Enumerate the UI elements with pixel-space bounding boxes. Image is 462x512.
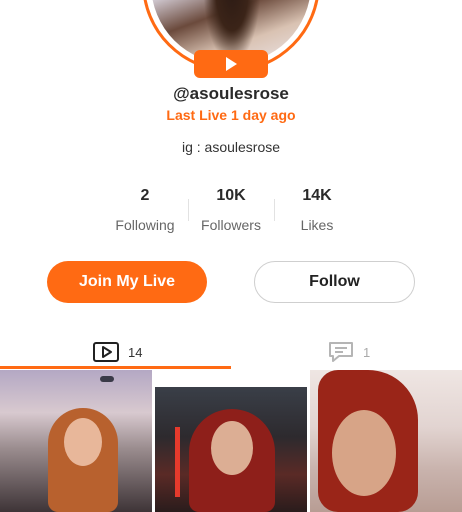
stat-value: 14K: [302, 187, 332, 204]
comment-icon: [329, 342, 353, 362]
profile-stats: 2 Following 10K Followers 14K Likes: [102, 187, 360, 237]
last-live-status: Last Live 1 day ago: [166, 107, 296, 123]
follow-button[interactable]: Follow: [254, 261, 415, 303]
video-icon: [93, 342, 119, 362]
tab-comments[interactable]: 1: [327, 336, 370, 368]
ceiling-lamp: [100, 376, 114, 382]
stat-value: 10K: [216, 187, 246, 204]
stat-value: 2: [140, 187, 150, 204]
tab-videos[interactable]: 14: [92, 336, 142, 368]
stat-likes[interactable]: 14K Likes: [274, 187, 360, 233]
thumbnail-photo: [64, 418, 102, 466]
video-thumbnail[interactable]: [0, 370, 152, 512]
play-icon: [226, 57, 237, 71]
stat-label: Likes: [300, 217, 334, 233]
bio: ig : asoulesrose: [181, 139, 281, 155]
video-thumbnail[interactable]: [155, 387, 307, 512]
live-play-badge[interactable]: [194, 50, 268, 78]
thumbnail-photo: [211, 421, 253, 475]
join-live-button[interactable]: Join My Live: [47, 261, 207, 303]
active-tab-indicator: [0, 366, 231, 369]
stat-followers[interactable]: 10K Followers: [188, 187, 274, 233]
stat-label: Following: [115, 217, 175, 233]
tab-videos-count: 14: [128, 344, 143, 360]
stat-label: Followers: [201, 217, 261, 233]
tab-comments-count: 1: [363, 344, 371, 360]
thumbnail-photo: [332, 410, 396, 496]
video-thumbnail[interactable]: [310, 370, 462, 512]
stat-following[interactable]: 2 Following: [102, 187, 188, 233]
username: @asoulesrose: [173, 84, 289, 103]
thumbnail-photo: [175, 427, 180, 497]
